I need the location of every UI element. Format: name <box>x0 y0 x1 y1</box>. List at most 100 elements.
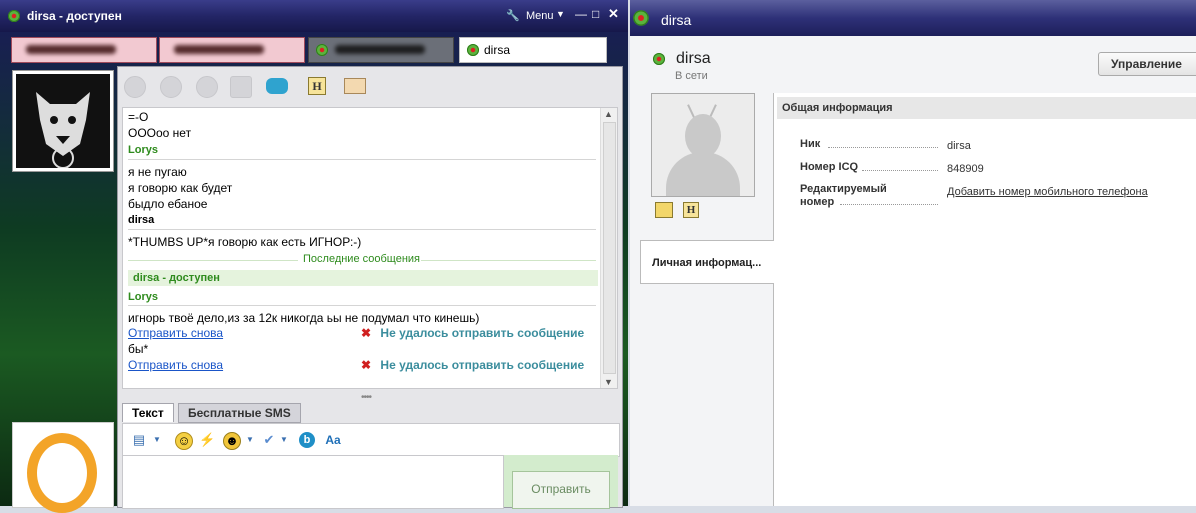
bold-icon[interactable]: b <box>299 432 315 448</box>
error-x-icon: ✖ <box>361 326 372 340</box>
send-area: Отправить <box>504 455 618 509</box>
icq-flower-icon <box>314 42 330 58</box>
maximize-button[interactable]: □ <box>592 7 599 21</box>
chevron-down-icon[interactable]: ▼ <box>556 9 565 19</box>
contact-tab-label: dirsa <box>484 43 511 57</box>
message-scrollbar[interactable]: ▲ ▼ <box>600 108 617 388</box>
message-text: OOOoo нет <box>128 126 192 140</box>
message-sender: Lorys <box>128 144 158 156</box>
chat-panel: H =-O OOOoo нет Lorys я не пугаю я говор… <box>117 66 623 509</box>
manage-button[interactable]: Управление <box>1098 52 1196 76</box>
resend-link[interactable]: Отправить снова <box>128 358 223 372</box>
menu-button[interactable]: Menu <box>526 10 554 22</box>
files-icon[interactable] <box>230 76 252 98</box>
lightning-icon[interactable]: ⚡ <box>199 432 215 448</box>
last-messages-label: Последние сообщения <box>303 253 421 265</box>
scroll-thumb[interactable] <box>603 122 616 374</box>
message-sender: Lorys <box>128 291 158 303</box>
icq-logo-box <box>12 422 114 513</box>
icq-logo-icon <box>27 433 97 513</box>
profile-avatar <box>651 93 755 197</box>
message-text: =-O <box>128 110 149 124</box>
chevron-down-icon[interactable]: ▼ <box>242 432 258 448</box>
nick-value: dirsa <box>947 140 971 152</box>
input-tabs: Текст Бесплатные SMS <box>122 401 618 423</box>
redacted-name <box>174 45 264 54</box>
font-icon[interactable]: Aa <box>325 432 341 448</box>
message-text: *THUMBS UP*я говорю как есть ИГНОР:-) <box>128 235 362 249</box>
close-button[interactable]: ✕ <box>608 6 619 22</box>
avatar-body <box>666 152 740 196</box>
tab-text[interactable]: Текст <box>122 403 174 422</box>
message-history: =-O OOOoo нет Lorys я не пугаю я говорю … <box>122 107 618 389</box>
redacted-name <box>26 45 116 54</box>
profile-window: dirsa dirsa В сети Управление H Личная и… <box>630 0 1196 506</box>
wrench-icon[interactable]: 🔧 <box>506 9 520 22</box>
message-input[interactable] <box>122 455 504 509</box>
gamepad-icon[interactable] <box>266 78 288 94</box>
send-button[interactable]: Отправить <box>512 471 610 509</box>
microphone-icon[interactable] <box>160 76 182 98</box>
contact-tab-3[interactable] <box>308 37 454 63</box>
minimize-button[interactable]: — <box>575 7 587 21</box>
redacted-name <box>335 45 425 54</box>
contact-tab-2[interactable] <box>159 37 305 63</box>
tab-free-sms[interactable]: Бесплатные SMS <box>178 403 301 423</box>
message-text: быдло ебаное <box>128 197 208 211</box>
dotted-leader <box>862 169 938 171</box>
message-text: бы* <box>128 342 149 356</box>
chat-window-title: dirsa - доступен <box>27 9 122 23</box>
chevron-down-icon[interactable]: ▼ <box>149 432 165 448</box>
general-info-header: Общая информация <box>777 97 1196 119</box>
contact-tab-dirsa[interactable]: dirsa <box>459 37 607 63</box>
divider <box>128 229 596 230</box>
divider <box>128 159 596 160</box>
profile-name: dirsa <box>676 50 711 67</box>
message-text: я не пугаю <box>128 165 187 179</box>
chat-window: dirsa - доступен 🔧 Menu ▼ — □ ✕ dirsa H … <box>0 0 628 513</box>
profile-titlebar: dirsa <box>630 0 1196 36</box>
message-text: игнорь твоё дело,из за 12к никогда ьы не… <box>128 311 480 325</box>
add-phone-link[interactable]: Добавить номер мобильного телефона <box>947 186 1148 198</box>
send-failed: ✖ Не удалось отправить сообщение <box>361 358 584 372</box>
profile-window-title: dirsa <box>661 12 692 28</box>
add-contact-icon[interactable] <box>655 202 673 218</box>
icq-flower-icon <box>6 8 22 24</box>
divider <box>128 260 298 261</box>
send-file-icon[interactable]: ▤ <box>131 432 147 448</box>
contact-card-icon[interactable] <box>344 78 366 94</box>
chat-toolbar: H <box>118 67 622 103</box>
dotted-leader <box>840 203 938 205</box>
history-icon[interactable]: H <box>683 202 699 218</box>
scroll-up-icon[interactable]: ▲ <box>604 109 613 119</box>
history-icon[interactable]: H <box>308 77 326 95</box>
wink-icon[interactable]: ☻ <box>223 432 241 450</box>
status-text: dirsa - доступен <box>133 272 220 284</box>
message-text: я говорю как будет <box>128 181 233 195</box>
contact-avatar[interactable] <box>12 70 114 172</box>
contacts-icon[interactable] <box>196 76 218 98</box>
nick-label: Ник <box>800 138 821 150</box>
checkmark-icon[interactable]: ✔ <box>261 432 277 448</box>
send-failed: ✖ Не удалось отправить сообщение <box>361 326 584 340</box>
editable-number-label: Редактируемый <box>800 183 887 195</box>
personal-info-tab[interactable]: Личная информац... <box>640 240 774 284</box>
icq-flower-icon <box>465 42 481 58</box>
send-failed-text: Не удалось отправить сообщение <box>380 358 585 372</box>
icq-flower-icon <box>631 8 652 29</box>
contact-tab-1[interactable] <box>11 37 157 63</box>
error-x-icon: ✖ <box>361 358 372 372</box>
info-panel <box>773 93 1196 506</box>
section-title: Общая информация <box>782 102 893 114</box>
divider <box>421 260 596 261</box>
icq-number-label: Номер ICQ <box>800 161 859 173</box>
chevron-down-icon[interactable]: ▼ <box>276 432 292 448</box>
webcam-icon[interactable] <box>124 76 146 98</box>
profile-status: В сети <box>675 70 708 82</box>
personal-info-tab-label: Личная информац... <box>652 257 762 269</box>
smiley-icon[interactable]: ☺ <box>175 432 193 450</box>
status-row: dirsa - доступен <box>128 270 598 286</box>
scroll-down-icon[interactable]: ▼ <box>604 377 613 387</box>
format-toolbar: ▤ ▼ ☺ ⚡ ☻ ▼ ✔ ▼ b Aa <box>122 423 620 457</box>
resend-link[interactable]: Отправить снова <box>128 326 223 340</box>
